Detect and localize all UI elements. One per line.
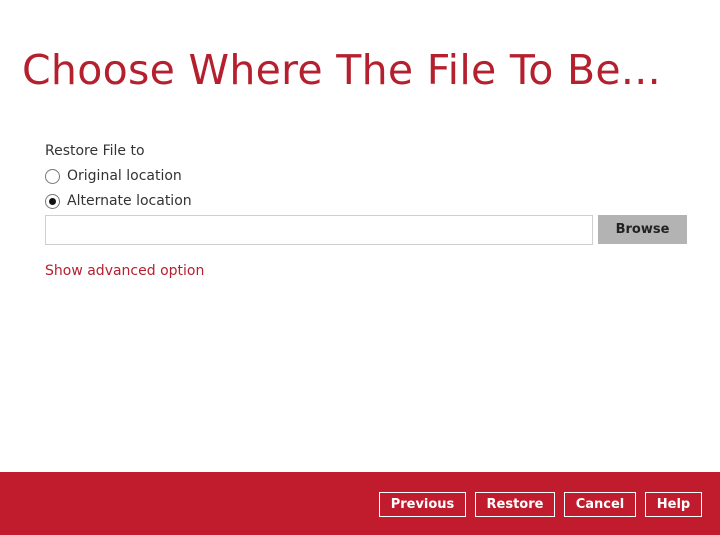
alternate-path-input[interactable] [45,215,593,245]
footer-bar: Previous Restore Cancel Help [0,472,720,535]
alternate-location-label: Alternate location [67,193,192,209]
restore-file-to-label: Restore File to [45,143,145,159]
original-location-option[interactable]: Original location [45,166,182,186]
page-title: Choose Where The File To Be... [22,46,661,94]
alternate-location-radio[interactable] [45,193,60,209]
cancel-button[interactable]: Cancel [564,492,636,517]
restore-button[interactable]: Restore [475,492,555,517]
browse-button[interactable]: Browse [598,215,687,244]
show-advanced-option-link[interactable]: Show advanced option [45,262,204,280]
previous-button[interactable]: Previous [379,492,466,517]
restore-destination-page: Choose Where The File To Be... Restore F… [0,0,720,535]
original-location-label: Original location [67,168,182,184]
alternate-location-option[interactable]: Alternate location [45,191,192,211]
original-location-radio[interactable] [45,168,60,184]
help-button[interactable]: Help [645,492,702,517]
